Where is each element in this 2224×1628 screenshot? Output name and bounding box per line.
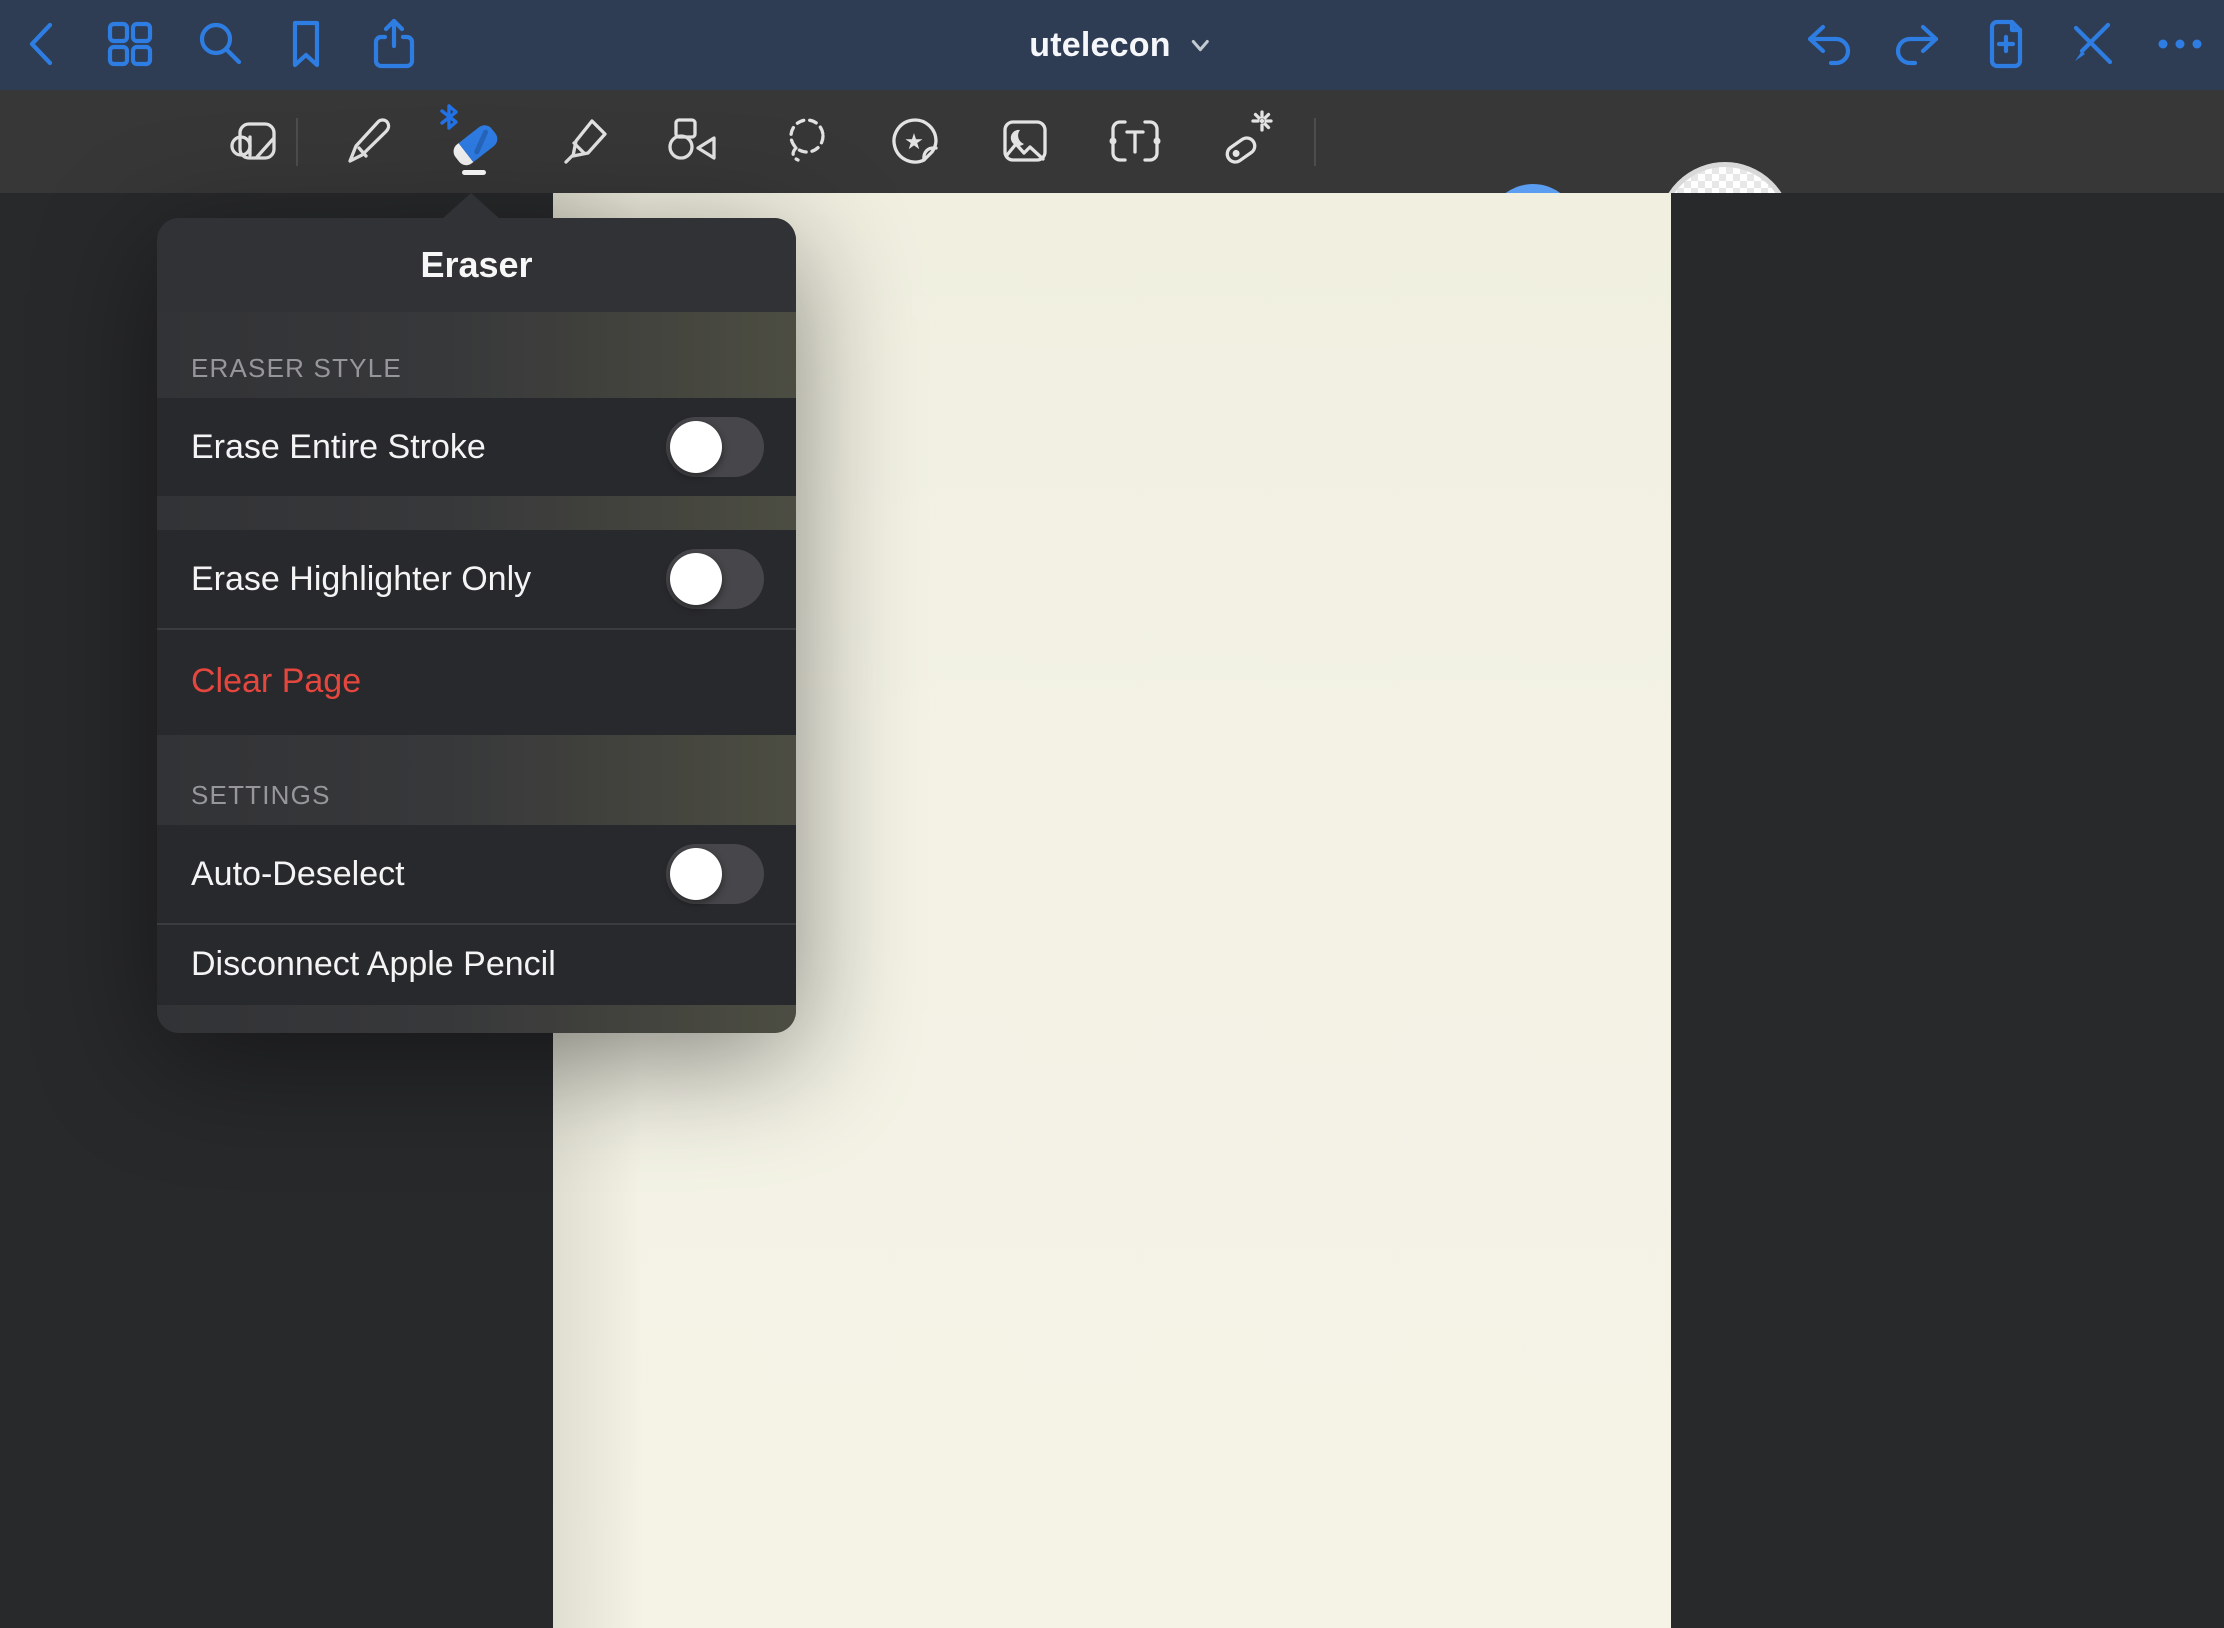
tool-sticker[interactable]: ★ — [879, 97, 951, 187]
clear-page-button[interactable]: Clear Page — [191, 662, 361, 701]
redo-icon — [1884, 12, 1948, 79]
text-icon — [1103, 109, 1167, 176]
chevron-down-icon — [1187, 31, 1215, 59]
erase-entire-stroke-toggle[interactable] — [666, 417, 764, 477]
laser-pointer-icon — [1213, 109, 1277, 176]
section-header-eraser-style: ERASER STYLE — [157, 312, 796, 398]
document-title-menu[interactable]: utelecon — [1029, 0, 1214, 90]
erase-highlighter-only-toggle[interactable] — [666, 549, 764, 609]
toolbar-divider — [1314, 118, 1316, 166]
share-button[interactable] — [362, 13, 426, 77]
eraser-icon-active — [435, 100, 507, 185]
tool-highlighter[interactable] — [551, 97, 623, 187]
eraser-size-medium-selected[interactable] — [1487, 184, 1579, 193]
tool-laser-pointer[interactable] — [1209, 97, 1281, 187]
toggle-knob — [670, 553, 722, 605]
disconnect-apple-pencil-button[interactable]: Disconnect Apple Pencil — [191, 945, 556, 984]
undo-icon — [1798, 12, 1862, 79]
app-window: utelecon — [0, 0, 2224, 1628]
thumbnails-button[interactable] — [98, 13, 162, 77]
pen-icon — [334, 109, 398, 176]
share-icon — [362, 12, 426, 79]
shapes-icon — [662, 109, 726, 176]
tool-pen[interactable] — [330, 97, 402, 187]
tool-edit-mode[interactable] — [219, 97, 291, 187]
toggle-knob — [670, 848, 722, 900]
tool-lasso[interactable] — [770, 97, 842, 187]
bluetooth-icon — [442, 106, 456, 128]
erase-highlighter-only-label: Erase Highlighter Only — [191, 560, 531, 599]
undo-button[interactable] — [1798, 13, 1862, 77]
tool-text[interactable] — [1099, 97, 1171, 187]
popup-title: Eraser — [157, 218, 796, 312]
edit-mode-icon — [223, 109, 287, 176]
row-auto-deselect: Auto-Deselect — [157, 825, 796, 923]
search-button[interactable] — [188, 13, 252, 77]
highlighter-icon — [555, 109, 619, 176]
tool-bar: ★ — [0, 90, 2224, 193]
grid-icon — [98, 12, 162, 79]
section-header-settings: SETTINGS — [157, 735, 796, 825]
toolbar-divider — [296, 118, 298, 166]
svg-text:★: ★ — [904, 130, 924, 155]
ellipsis-icon — [2148, 12, 2212, 79]
back-chevron-icon — [11, 12, 75, 79]
row-erase-highlighter-only: Erase Highlighter Only — [157, 530, 796, 628]
back-button[interactable] — [11, 13, 75, 77]
redo-button[interactable] — [1884, 13, 1948, 77]
section-gap — [157, 496, 796, 530]
tool-image[interactable] — [989, 97, 1061, 187]
tool-shapes[interactable] — [658, 97, 730, 187]
auto-deselect-label: Auto-Deselect — [191, 855, 405, 894]
stylus-crossed-icon — [2060, 12, 2124, 79]
row-erase-entire-stroke: Erase Entire Stroke — [157, 398, 796, 496]
image-icon — [993, 109, 1057, 176]
search-icon — [188, 12, 252, 79]
popup-caret — [442, 193, 500, 219]
more-options-button[interactable] — [2148, 13, 2212, 77]
bookmark-button[interactable] — [274, 13, 338, 77]
popup-footer — [157, 1005, 796, 1033]
row-disconnect-apple-pencil[interactable]: Disconnect Apple Pencil — [157, 923, 796, 1005]
add-page-button[interactable] — [1974, 13, 2038, 77]
eraser-popup: Eraser ERASER STYLE Erase Entire Stroke … — [157, 218, 796, 1033]
erase-entire-stroke-label: Erase Entire Stroke — [191, 428, 486, 467]
tool-eraser[interactable] — [435, 97, 507, 187]
add-page-icon — [1974, 12, 2038, 79]
readonly-mode-button[interactable] — [2060, 13, 2124, 77]
top-navigation-bar: utelecon — [0, 0, 2224, 90]
sticker-icon: ★ — [883, 109, 947, 176]
lasso-icon — [774, 109, 838, 176]
row-clear-page[interactable]: Clear Page — [157, 628, 796, 735]
auto-deselect-toggle[interactable] — [666, 844, 764, 904]
document-title: utelecon — [1029, 26, 1170, 65]
toggle-knob — [670, 421, 722, 473]
bookmark-icon — [274, 12, 338, 79]
eraser-size-large[interactable] — [1658, 162, 1792, 193]
